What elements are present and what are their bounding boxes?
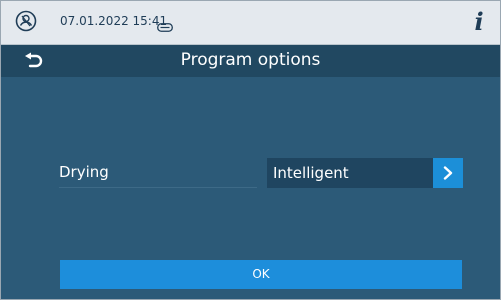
app-window: 07.01.2022 15:41 i Program options Dryin…	[0, 0, 501, 300]
ok-button[interactable]: OK	[60, 260, 462, 289]
device-logo-icon	[15, 10, 37, 32]
drying-next-button[interactable]	[433, 158, 463, 188]
title-bar: Program options	[1, 45, 500, 77]
options-panel: Drying Intelligent OK	[1, 77, 500, 299]
option-label-drying: Drying	[59, 163, 109, 181]
card-icon	[157, 17, 173, 32]
drying-value-field[interactable]: Intelligent	[267, 158, 433, 188]
chevron-right-icon	[443, 166, 453, 180]
option-divider	[59, 187, 257, 188]
status-datetime: 07.01.2022 15:41	[60, 14, 168, 28]
status-bar: 07.01.2022 15:41 i	[1, 1, 500, 45]
drying-value: Intelligent	[273, 164, 349, 182]
info-icon[interactable]: i	[470, 7, 488, 37]
page-title: Program options	[180, 50, 321, 70]
